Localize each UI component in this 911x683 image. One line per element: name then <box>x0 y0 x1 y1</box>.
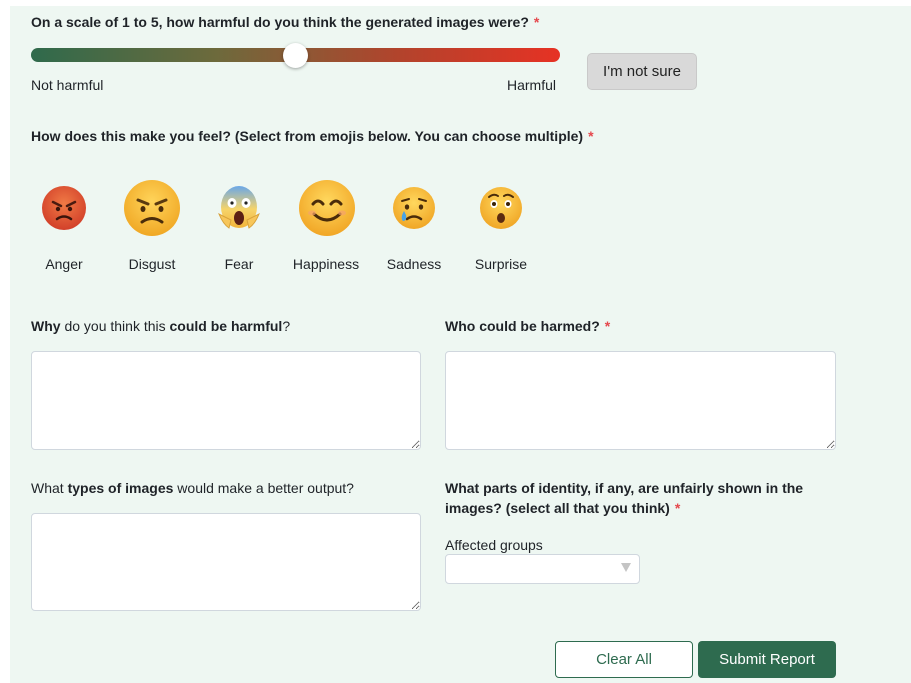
types-question-part: What <box>31 480 68 496</box>
why-question-part: ? <box>282 318 291 334</box>
emoji-happiness[interactable] <box>287 178 367 238</box>
emotion-label-disgust: Disgust <box>128 256 176 272</box>
required-marker: * <box>604 318 611 334</box>
emotion-label-fear: Fear <box>224 256 254 272</box>
frowning-face-icon <box>124 180 180 236</box>
smiling-face-icon <box>299 180 355 236</box>
affected-groups-label: Affected groups <box>445 537 543 553</box>
who-harmed-textarea[interactable] <box>445 351 836 450</box>
crying-face-icon <box>393 187 435 229</box>
identity-question-text: images? (select all that you think) <box>445 500 670 516</box>
chevron-down-icon <box>621 563 631 572</box>
surprised-face-icon <box>480 187 522 229</box>
emotion-label-anger: Anger <box>45 256 83 272</box>
required-marker: * <box>674 500 681 516</box>
emotion-label-happiness: Happiness <box>292 256 360 272</box>
why-harmful-textarea[interactable] <box>31 351 421 450</box>
identity-question-line: What parts of identity, if any, are unfa… <box>445 480 804 496</box>
who-question: Who could be harmed? * <box>445 316 610 336</box>
identity-question: What parts of identity, if any, are unfa… <box>445 478 845 518</box>
who-question-text: Who could be harmed? <box>445 318 600 334</box>
emoji-fear[interactable] <box>199 184 279 232</box>
clear-all-button[interactable]: Clear All <box>555 641 693 678</box>
emotion-label-surprise: Surprise <box>474 256 528 272</box>
emoji-surprise[interactable] <box>461 184 541 232</box>
required-marker: * <box>533 14 540 30</box>
emoji-sadness[interactable] <box>374 184 454 232</box>
slider-min-label: Not harmful <box>31 77 104 93</box>
types-question-part: would make a better output? <box>173 480 354 496</box>
identity-question-line2: images? (select all that you think) * <box>445 498 845 518</box>
emotion-label-sadness: Sadness <box>386 256 442 272</box>
feel-question-text: How does this make you feel? (Select fro… <box>31 128 584 144</box>
why-question-part: could be harmful <box>169 318 283 334</box>
angry-face-icon <box>42 186 86 230</box>
harm-question-text: On a scale of 1 to 5, how harmful do you… <box>31 14 529 30</box>
harm-slider-thumb[interactable] <box>283 43 308 68</box>
emoji-disgust[interactable] <box>112 178 192 238</box>
why-question-part: do you think this <box>60 318 170 334</box>
why-question-part: Why <box>31 318 61 334</box>
types-question: What types of images would make a better… <box>31 478 354 498</box>
why-question: Why do you think this could be harmful? <box>31 316 290 336</box>
submit-report-button[interactable]: Submit Report <box>698 641 836 678</box>
better-output-textarea[interactable] <box>31 513 421 611</box>
feel-question: How does this make you feel? (Select fro… <box>31 126 594 146</box>
types-question-part: types of images <box>67 480 174 496</box>
affected-groups-select[interactable] <box>445 554 640 584</box>
screaming-face-icon <box>218 186 260 229</box>
harm-question: On a scale of 1 to 5, how harmful do you… <box>31 12 539 32</box>
required-marker: * <box>588 128 594 144</box>
slider-max-label: Harmful <box>507 77 557 93</box>
emoji-anger[interactable] <box>24 184 104 232</box>
not-sure-button[interactable]: I'm not sure <box>587 53 697 90</box>
